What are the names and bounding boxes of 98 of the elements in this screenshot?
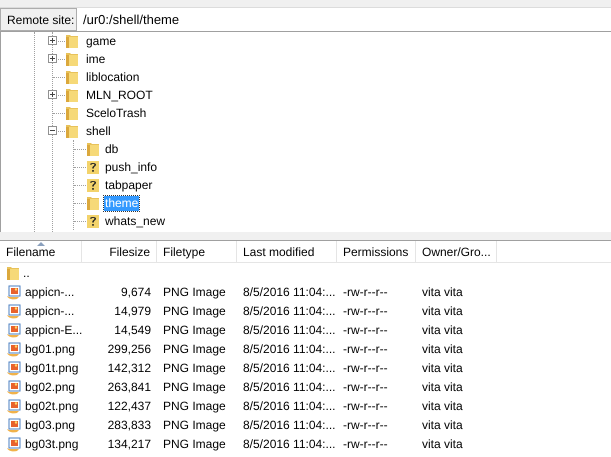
table-cell-text: 8/5/2016 11:04:...: [242, 322, 337, 338]
file-name[interactable]: appicn-...: [25, 302, 74, 320]
table-cell-text: 299,256: [106, 340, 152, 358]
image-file-icon: [6, 378, 22, 394]
tree-item[interactable]: SceloTrash: [85, 106, 148, 120]
table-cell-text: vita vita: [421, 416, 464, 434]
table-cell-text: PNG Image: [162, 378, 227, 396]
table-cell-text: vita vita: [421, 322, 464, 338]
table-cell-text: 14,979: [113, 302, 152, 320]
column-header[interactable]: Permissions: [337, 241, 416, 262]
tree-item[interactable]: whats_new: [104, 214, 166, 228]
table-cell-text: 9,674: [120, 284, 152, 300]
table-cell-text: 8/5/2016 11:04:...: [242, 284, 337, 300]
tree-item[interactable]: shell: [85, 124, 112, 138]
table-cell-text: -rw-r--r--: [342, 322, 389, 338]
table-cell-text: vita vita: [421, 398, 464, 414]
column-header[interactable]: Filetype: [157, 241, 237, 262]
table-cell-text: -rw-r--r--: [342, 416, 389, 434]
file-name[interactable]: bg01.png: [25, 340, 76, 358]
table-cell-text: 283,833: [106, 416, 152, 434]
table-cell-text: -rw-r--r--: [342, 378, 389, 396]
table-cell-text: 263,841: [106, 378, 152, 396]
image-file-icon: [6, 416, 22, 432]
expand-icon[interactable]: [48, 90, 57, 99]
table-cell-text: PNG Image: [162, 416, 227, 434]
table-cell-text: 142,312: [106, 360, 152, 376]
table-cell-text: -rw-r--r--: [342, 398, 389, 414]
table-cell-text: PNG Image: [162, 360, 227, 376]
image-file-icon: [6, 340, 22, 356]
table-cell-text: 8/5/2016 11:04:...: [242, 416, 337, 434]
tree-item[interactable]: tabpaper: [104, 178, 154, 192]
question-icon: [86, 177, 100, 193]
image-file-icon: [6, 284, 22, 300]
table-cell-text: -rw-r--r--: [342, 360, 389, 376]
expand-icon[interactable]: [48, 54, 57, 63]
table-cell-text: PNG Image: [162, 322, 227, 338]
question-icon: [86, 213, 100, 229]
image-file-icon: [6, 436, 22, 452]
table-cell-text: -rw-r--r--: [342, 340, 389, 358]
table-cell-text: 134,217: [106, 436, 152, 452]
folder-icon: [86, 141, 100, 157]
tree-item[interactable]: MLN_ROOT: [85, 88, 154, 102]
column-header[interactable]: Filename: [0, 241, 82, 262]
image-file-icon: [6, 398, 22, 414]
file-name[interactable]: bg03.png: [25, 416, 76, 434]
table-cell-text: PNG Image: [162, 302, 227, 320]
table-cell-text: PNG Image: [162, 340, 227, 358]
image-file-icon: [6, 322, 22, 338]
folder-icon: [65, 87, 79, 103]
file-name[interactable]: appicn-...: [25, 282, 74, 300]
folder-icon: [86, 195, 100, 211]
file-name[interactable]: appicn-E...: [25, 320, 82, 338]
table-cell-text: 8/5/2016 11:04:...: [242, 340, 337, 358]
file-name[interactable]: bg02.png: [25, 378, 76, 396]
folder-icon: [65, 69, 79, 85]
table-cell-text: -rw-r--r--: [342, 284, 389, 300]
table-cell-text: 8/5/2016 11:04:...: [242, 360, 337, 376]
question-icon: [86, 159, 100, 175]
table-cell-text: 8/5/2016 11:04:...: [242, 398, 337, 414]
table-cell-text: PNG Image: [162, 436, 227, 452]
file-name[interactable]: bg01t.png: [25, 358, 78, 376]
folder-icon: [65, 123, 79, 139]
folder-icon: [65, 105, 79, 121]
table-cell-text: -rw-r--r--: [342, 436, 389, 452]
table-cell-text: vita vita: [421, 284, 464, 300]
column-header[interactable]: Filesize: [82, 241, 157, 262]
table-cell-text: 122,437: [106, 398, 152, 414]
file-name[interactable]: ..: [23, 264, 30, 282]
tree-item[interactable]: ime: [85, 52, 106, 66]
table-cell-text: PNG Image: [162, 284, 227, 300]
table-cell-text: vita vita: [421, 360, 464, 376]
folder-icon: [65, 51, 79, 67]
collapse-icon[interactable]: [48, 126, 57, 135]
remote-path-field[interactable]: /ur0:/shell/theme: [77, 8, 611, 31]
table-cell-text: vita vita: [421, 436, 464, 452]
table-cell-text: 8/5/2016 11:04:...: [242, 436, 337, 452]
image-file-icon: [6, 360, 22, 376]
folder-icon: [65, 33, 79, 49]
tree-item[interactable]: db: [104, 142, 120, 156]
expand-icon[interactable]: [48, 36, 57, 45]
column-header[interactable]: Owner/Gro...: [416, 241, 497, 262]
file-name[interactable]: bg03t.png: [25, 434, 78, 452]
table-cell-text: vita vita: [421, 302, 464, 320]
folder-icon: [6, 264, 20, 280]
tree-item[interactable]: game: [85, 34, 118, 48]
image-file-icon: [6, 302, 22, 318]
table-cell-text: PNG Image: [162, 398, 227, 414]
table-cell-text: -rw-r--r--: [342, 302, 389, 320]
table-cell-text: vita vita: [421, 340, 464, 358]
column-header[interactable]: Last modified: [237, 241, 337, 262]
remote-site-label: Remote site:: [0, 8, 77, 31]
table-cell-text: 14,549: [113, 322, 152, 338]
table-cell-text: vita vita: [421, 378, 464, 396]
table-cell-text: 8/5/2016 11:04:...: [242, 302, 337, 320]
table-cell-text: 8/5/2016 11:04:...: [242, 378, 337, 396]
tree-item[interactable]: push_info: [104, 160, 158, 174]
file-name[interactable]: bg02t.png: [25, 396, 78, 414]
tree-item[interactable]: liblocation: [85, 70, 140, 84]
